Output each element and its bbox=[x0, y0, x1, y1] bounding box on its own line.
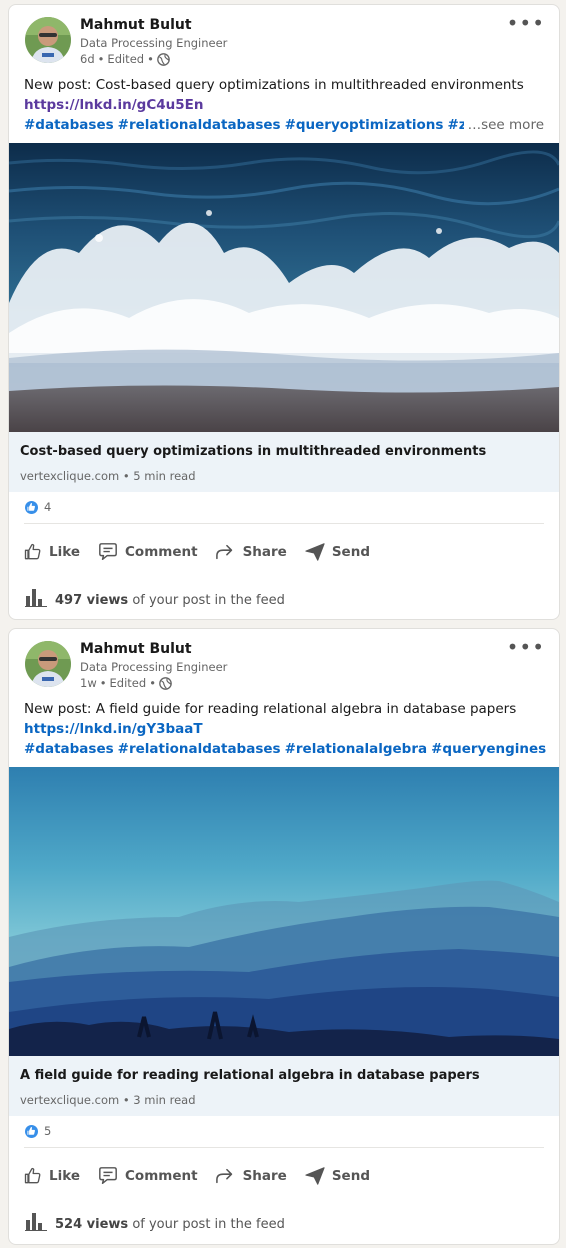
hashtag[interactable]: #databases bbox=[24, 117, 114, 133]
reactions-count[interactable]: 5 bbox=[25, 1124, 51, 1138]
send-button[interactable]: Send bbox=[304, 542, 370, 562]
post-time: 6d bbox=[80, 52, 95, 66]
card-source: vertexclique.com • 3 min read bbox=[20, 1093, 196, 1107]
share-button[interactable]: Share bbox=[215, 1166, 287, 1186]
share-icon bbox=[215, 542, 237, 562]
hashtag[interactable]: #databases bbox=[24, 741, 114, 757]
like-icon bbox=[23, 1166, 43, 1186]
like-button[interactable]: Like bbox=[23, 542, 80, 562]
analytics-bar-icon bbox=[25, 589, 47, 611]
link-preview-card[interactable]: Cost-based query optimizations in multit… bbox=[9, 432, 559, 492]
send-icon bbox=[304, 1166, 326, 1186]
meta-separator: • bbox=[149, 676, 156, 690]
hashtag-row: #databases #relationaldatabases #queryopti… bbox=[24, 117, 532, 133]
comment-button[interactable]: Comment bbox=[97, 1166, 198, 1186]
hashtag[interactable]: #relationaldatabases bbox=[118, 117, 281, 133]
views-suffix: of your post in the feed bbox=[132, 592, 285, 608]
reaction-number: 4 bbox=[44, 500, 52, 514]
author-name[interactable]: Mahmut Bulut bbox=[80, 17, 192, 33]
feed-post: Mahmut Bulut Data Processing Engineer 1w… bbox=[8, 628, 560, 1245]
like-reaction-icon bbox=[25, 500, 38, 514]
action-bar: Like Comment Share Send bbox=[23, 537, 387, 567]
reaction-number: 5 bbox=[44, 1124, 52, 1138]
author-name[interactable]: Mahmut Bulut bbox=[80, 641, 192, 657]
comment-icon bbox=[97, 542, 119, 562]
meta-separator: • bbox=[99, 676, 107, 690]
post-header: Mahmut Bulut Data Processing Engineer 6d… bbox=[9, 5, 559, 79]
action-bar: Like Comment Share Send bbox=[23, 1161, 387, 1191]
post-image[interactable] bbox=[9, 767, 559, 1056]
like-label: Like bbox=[49, 1168, 81, 1184]
link-preview-card[interactable]: A field guide for reading relational alg… bbox=[9, 1056, 559, 1116]
hashtag[interactable]: #queryengines bbox=[431, 741, 546, 757]
post-time: 1w bbox=[80, 676, 97, 690]
views-count: 524 views bbox=[55, 1216, 129, 1232]
like-button[interactable]: Like bbox=[23, 1166, 80, 1186]
share-button[interactable]: Share bbox=[215, 542, 287, 562]
send-icon bbox=[304, 542, 326, 562]
feed-post: Mahmut Bulut Data Processing Engineer 6d… bbox=[8, 4, 560, 620]
like-icon bbox=[23, 542, 43, 562]
comment-label: Comment bbox=[125, 1168, 198, 1184]
like-label: Like bbox=[49, 544, 81, 560]
views-count: 497 views bbox=[55, 592, 129, 608]
post-text: New post: A field guide for reading rela… bbox=[24, 701, 517, 717]
share-icon bbox=[215, 1166, 237, 1186]
card-source: vertexclique.com • 5 min read bbox=[20, 469, 196, 483]
globe-icon bbox=[159, 676, 172, 690]
post-meta: 1w • Edited • bbox=[80, 676, 172, 690]
send-label: Send bbox=[331, 544, 370, 560]
author-avatar[interactable] bbox=[25, 641, 71, 687]
more-options-icon[interactable]: ••• bbox=[507, 637, 545, 657]
meta-separator: • bbox=[147, 52, 154, 66]
author-avatar[interactable] bbox=[25, 17, 71, 63]
post-meta: 6d • Edited • bbox=[80, 52, 170, 66]
globe-icon bbox=[157, 52, 170, 66]
divider bbox=[24, 523, 544, 524]
hashtag[interactable]: #relationaldatabases bbox=[118, 741, 281, 757]
share-label: Share bbox=[242, 544, 287, 560]
hashtag[interactable]: #queryoptimizations bbox=[285, 117, 444, 133]
comment-button[interactable]: Comment bbox=[97, 542, 198, 562]
author-headline: Data Processing Engineer bbox=[80, 36, 228, 50]
author-headline: Data Processing Engineer bbox=[80, 660, 228, 674]
card-title[interactable]: A field guide for reading relational alg… bbox=[20, 1068, 480, 1083]
edited-label: Edited bbox=[109, 676, 147, 690]
views-suffix: of your post in the feed bbox=[132, 1216, 285, 1232]
post-analytics[interactable]: 524 views of your post in the feed bbox=[25, 1213, 285, 1235]
share-label: Share bbox=[242, 1168, 287, 1184]
like-reaction-icon bbox=[25, 1124, 38, 1138]
more-options-icon[interactable]: ••• bbox=[507, 13, 545, 33]
post-link[interactable]: https://lnkd.in/gY3baaT bbox=[24, 721, 203, 737]
post-header: Mahmut Bulut Data Processing Engineer 1w… bbox=[9, 629, 559, 703]
analytics-bar-icon bbox=[25, 1213, 47, 1235]
hashtag-row: #databases #relationaldatabases #relationa… bbox=[24, 741, 550, 757]
post-analytics[interactable]: 497 views of your post in the feed bbox=[25, 589, 285, 611]
comment-label: Comment bbox=[125, 544, 198, 560]
meta-separator: • bbox=[97, 52, 105, 66]
post-image[interactable] bbox=[9, 143, 559, 432]
divider bbox=[24, 1147, 544, 1148]
hashtag[interactable]: #relationalalgebra bbox=[285, 741, 428, 757]
comment-icon bbox=[97, 1166, 119, 1186]
reactions-count[interactable]: 4 bbox=[25, 500, 51, 514]
see-more-link[interactable]: …see more bbox=[463, 117, 544, 133]
post-text: New post: Cost-based query optimizations… bbox=[24, 77, 524, 93]
edited-label: Edited bbox=[107, 52, 145, 66]
card-title[interactable]: Cost-based query optimizations in multit… bbox=[20, 444, 486, 459]
send-button[interactable]: Send bbox=[304, 1166, 370, 1186]
post-link[interactable]: https://lnkd.in/gC4u5En bbox=[24, 97, 203, 113]
send-label: Send bbox=[331, 1168, 370, 1184]
